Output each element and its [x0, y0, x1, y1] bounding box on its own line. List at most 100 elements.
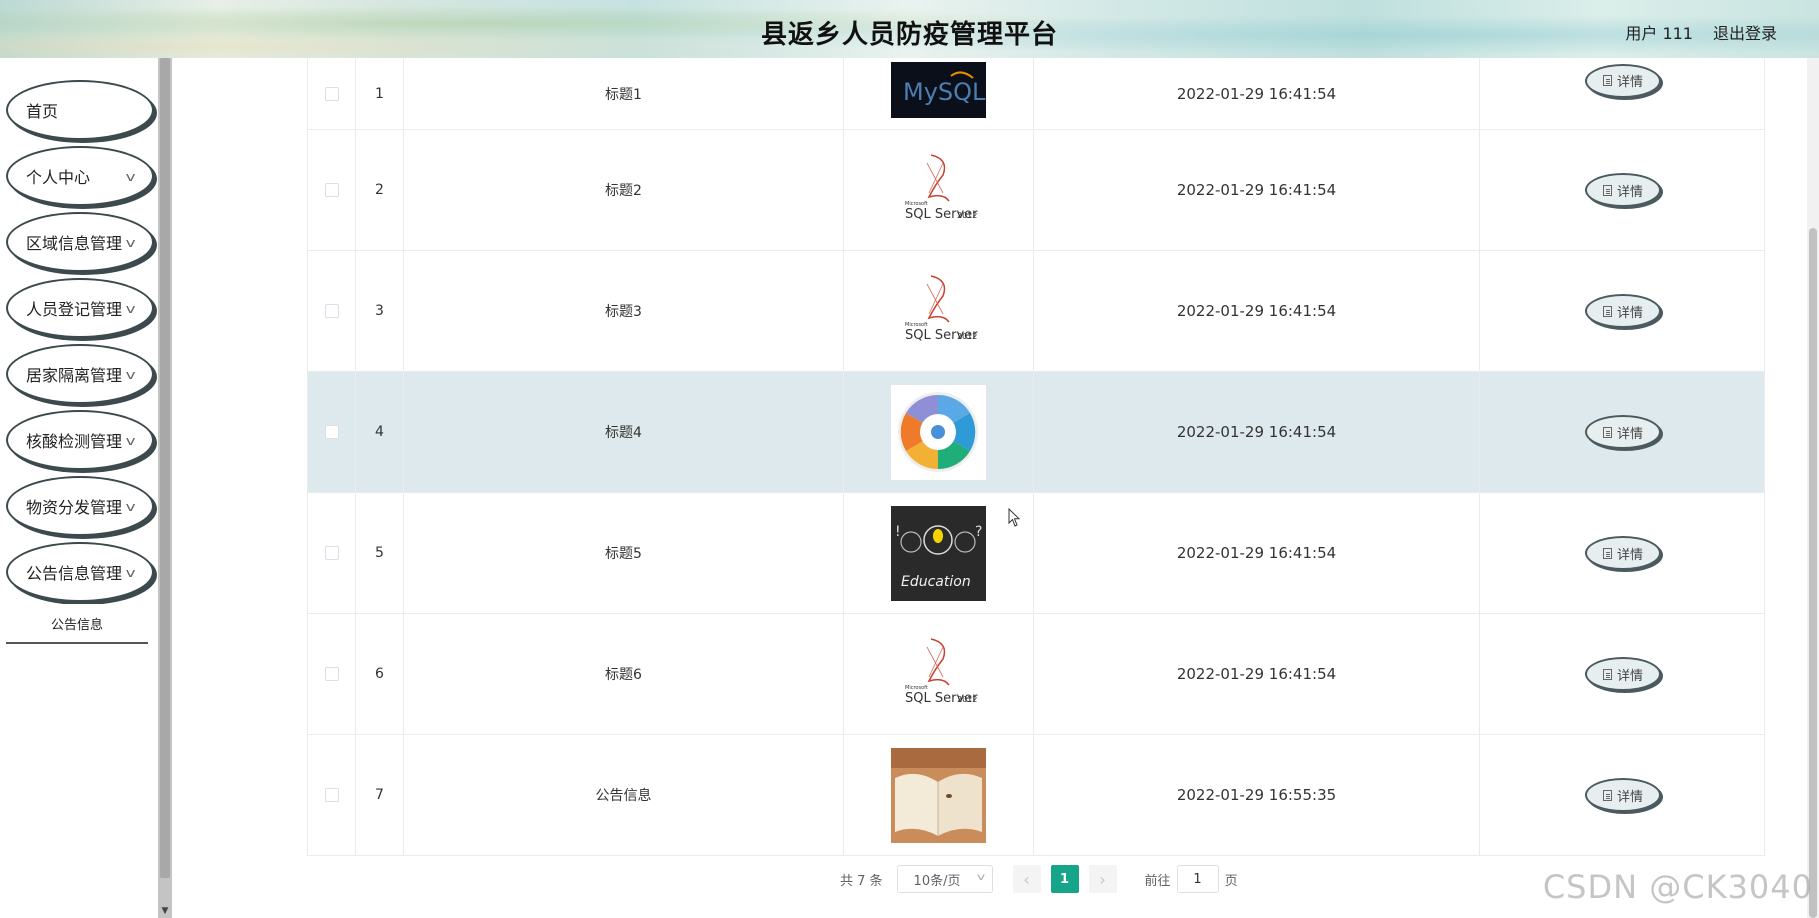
svg-text:!: !: [895, 524, 901, 540]
goto-label: 前往: [1144, 873, 1171, 889]
sidebar-item-label: 居家隔离管理: [26, 366, 123, 385]
education-image: ? ! Education: [891, 505, 986, 601]
document-icon: [1602, 184, 1612, 196]
sidebar-item-announcements[interactable]: 公告信息管理 v: [6, 542, 154, 602]
svg-text:?: ?: [975, 524, 982, 540]
row-index: 1: [356, 58, 404, 129]
sidebar-item-region[interactable]: 区域信息管理 v: [6, 212, 154, 272]
row-image-cell: Microsoft SQL Server 2012: [844, 614, 1034, 734]
detail-label: 详情: [1616, 426, 1643, 442]
detail-button[interactable]: 详情: [1585, 415, 1661, 449]
detail-label: 详情: [1616, 305, 1643, 321]
sqlserver-logo-image: Microsoft SQL Server 2012: [891, 142, 986, 238]
document-icon: [1602, 668, 1612, 680]
chevron-down-icon: v: [125, 434, 136, 448]
page-size-select[interactable]: 10条/页 v: [896, 865, 993, 893]
sidebar-item-label: 物资分发管理: [26, 498, 123, 517]
top-header: 县返乡人员防疫管理平台 用户 111 退出登录: [0, 0, 1819, 58]
row-index: 3: [356, 251, 404, 371]
row-title: 标题5: [404, 493, 844, 613]
watermark: CSDN @CK3040: [1542, 868, 1813, 906]
submenu-item-announcement-info[interactable]: 公告信息: [6, 604, 148, 644]
mysql-logo-image: MySQL: [891, 61, 986, 118]
sqlserver-logo-image: Microsoft SQL Server 2012: [891, 626, 986, 722]
row-time: 2022-01-29 16:41:54: [1034, 58, 1480, 129]
detail-button[interactable]: 详情: [1585, 173, 1661, 207]
row-checkbox-cell: [308, 735, 356, 855]
row-checkbox[interactable]: [324, 86, 339, 101]
table-row: 2 标题2 Microsoft SQL Server 2012 2022-01-…: [307, 130, 1765, 251]
detail-button[interactable]: 详情: [1585, 657, 1661, 691]
sidebar-scrollbar[interactable]: ▼: [158, 58, 172, 918]
row-index: 2: [356, 130, 404, 250]
sidebar-item-registration[interactable]: 人员登记管理 v: [6, 278, 154, 338]
chevron-down-icon: v: [125, 566, 136, 580]
sidebar-item-label: 核酸检测管理: [26, 432, 123, 451]
sqlserver-logo-image: Microsoft SQL Server 2012: [891, 263, 986, 359]
row-image-cell: [844, 735, 1034, 855]
page-size-value: 10条/页: [913, 873, 961, 889]
sidebar-item-label: 公告信息管理: [26, 564, 123, 583]
row-image-cell: MySQL: [844, 58, 1034, 129]
page-scrollbar[interactable]: [1807, 58, 1819, 918]
sidebar: 首页 个人中心 v 区域信息管理 v 人员登记管理 v 居家隔离管理 v 核酸检…: [0, 58, 158, 918]
image-text: MySQL: [903, 78, 986, 106]
chevron-down-icon: v: [125, 302, 136, 316]
document-icon: [1602, 305, 1612, 317]
row-checkbox[interactable]: [324, 546, 339, 560]
row-title: 标题4: [404, 372, 844, 492]
row-index: 6: [356, 614, 404, 734]
sidebar-item-home[interactable]: 首页: [6, 80, 154, 140]
sidebar-item-supplies[interactable]: 物资分发管理 v: [6, 476, 154, 536]
row-checkbox[interactable]: [324, 667, 339, 681]
detail-label: 详情: [1616, 184, 1643, 200]
document-icon: [1602, 426, 1612, 438]
row-title: 公告信息: [404, 735, 844, 855]
chevron-right-icon: ›: [1099, 869, 1106, 889]
row-time: 2022-01-29 16:41:54: [1034, 493, 1480, 613]
prev-page-button[interactable]: ‹: [1012, 865, 1041, 893]
chevron-left-icon: ‹: [1023, 869, 1030, 889]
sidebar-item-label: 人员登记管理: [26, 300, 123, 319]
detail-button[interactable]: 详情: [1585, 63, 1661, 98]
scroll-down-icon[interactable]: ▼: [158, 904, 172, 918]
row-time: 2022-01-29 16:41:54: [1034, 372, 1480, 492]
sidebar-item-label: 区域信息管理: [26, 234, 123, 253]
row-checkbox[interactable]: [324, 304, 339, 318]
image-text: 2012: [957, 695, 977, 704]
sidebar-item-quarantine[interactable]: 居家隔离管理 v: [6, 344, 154, 404]
row-checkbox-cell: [308, 58, 356, 129]
row-title: 标题1: [404, 58, 844, 129]
row-time: 2022-01-29 16:41:54: [1034, 251, 1480, 371]
pagination: 共 7 条 10条/页 v ‹ 1 › 前往 1 页: [840, 864, 1238, 894]
image-text: 2012: [957, 332, 977, 341]
row-checkbox[interactable]: [324, 425, 339, 439]
sidebar-item-personal-center[interactable]: 个人中心 v: [6, 146, 154, 206]
document-icon: [1602, 547, 1612, 559]
row-action-cell: 详情: [1480, 735, 1766, 855]
page-number-current[interactable]: 1: [1050, 865, 1079, 893]
page-scrollbar-thumb[interactable]: [1809, 228, 1817, 918]
user-label: 用户 111: [1625, 24, 1693, 43]
row-image-cell: ? ! Education: [844, 493, 1034, 613]
goto-suffix: 页: [1224, 873, 1238, 889]
goto-page-input[interactable]: 1: [1176, 865, 1219, 893]
row-action-cell: 详情: [1480, 130, 1766, 250]
row-checkbox[interactable]: [324, 788, 339, 802]
sidebar-item-nucleic-test[interactable]: 核酸检测管理 v: [6, 410, 154, 470]
detail-button[interactable]: 详情: [1585, 294, 1661, 328]
row-action-cell: 详情: [1480, 372, 1766, 492]
detail-button[interactable]: 详情: [1585, 536, 1661, 570]
scrollbar-thumb[interactable]: [160, 58, 170, 878]
detail-label: 详情: [1616, 668, 1643, 684]
detail-button[interactable]: 详情: [1585, 778, 1661, 812]
next-page-button[interactable]: ›: [1088, 865, 1117, 893]
logout-button[interactable]: 退出登录: [1713, 20, 1777, 44]
row-image-cell: Microsoft SQL Server 2012: [844, 130, 1034, 250]
chevron-down-icon: v: [125, 368, 136, 382]
document-icon: [1602, 789, 1612, 801]
row-image-cell: Microsoft SQL Server 2012: [844, 251, 1034, 371]
row-image-cell: [844, 372, 1034, 492]
row-checkbox[interactable]: [324, 183, 339, 197]
mouse-cursor-icon: [1008, 507, 1022, 532]
